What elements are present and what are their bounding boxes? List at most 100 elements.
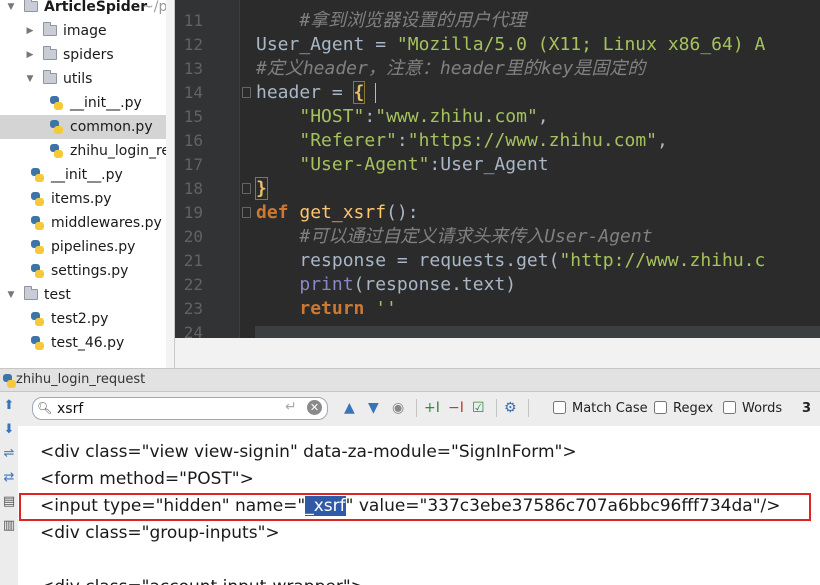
next-occurrence-icon[interactable]: ▼ [368,400,379,416]
code-line[interactable]: header = { [256,81,366,105]
chevron-down-icon[interactable]: ▼ [6,0,16,19]
previous-occurrence-icon[interactable]: ▲ [344,400,355,416]
regex-checkbox[interactable] [654,401,667,414]
tree-item-label: image [63,23,107,39]
code-line[interactable]: "HOST":"www.zhihu.com", [256,105,548,129]
console-text: <div class="group-inputs"> [40,523,280,543]
remove-selection-icon[interactable]: −I [448,400,464,416]
run-panel-toolbar: ⬆ ⬇ ⇌ ⇄ ▤ ▥ [0,392,19,585]
line-number: 13 [183,59,203,78]
find-all-icon[interactable]: ◉ [392,400,404,416]
line-number: 18 [183,179,203,198]
line-number: 20 [183,227,203,246]
filter-settings-icon[interactable]: ⚙ [504,400,517,416]
code-line[interactable]: #定义header，注意：header里的key是固定的 [256,57,645,81]
python-file-icon [31,240,44,254]
code-token: , [657,130,668,151]
fold-marker-icon[interactable] [242,183,251,194]
tree-item[interactable]: test2.py [0,307,174,331]
search-icon[interactable]: 🔍︎ [37,401,52,415]
project-tree[interactable]: ▼ArticleSpider~/python▶image▶spiders▼uti… [0,0,175,368]
match-count: 3 [802,401,812,416]
tree-item[interactable]: ▶ image [0,19,174,43]
console-line[interactable]: <form method="POST"> [40,466,254,492]
clear-search-icon[interactable]: ✕ [307,400,322,415]
code-line[interactable]: return '' [256,297,397,321]
line-number: 11 [183,11,203,30]
tree-item[interactable]: __init__.py [0,163,174,187]
search-input[interactable] [57,400,277,417]
chevron-down-icon[interactable]: ▼ [25,67,35,91]
code-line[interactable]: print(response.text) [256,273,516,297]
tree-item[interactable]: ▼ utils [0,67,174,91]
words-checkbox[interactable] [723,401,736,414]
match-case-option[interactable]: Match Case [553,401,648,416]
tree-item[interactable]: ▼ test [0,283,174,307]
tree-item[interactable]: settings.py [0,259,174,283]
trash-icon[interactable]: ▥ [1,518,17,534]
editor-horizontal-scrollbar[interactable] [255,326,820,338]
add-selection-icon[interactable]: +I [424,400,440,416]
chevron-right-icon[interactable]: ▶ [25,43,35,67]
console-line[interactable]: <div class="account input-wrapper"> [40,574,365,585]
code-token: : [396,130,408,151]
code-line[interactable]: "Referer":"https://www.zhihu.com", [256,129,668,153]
tree-item[interactable]: __init__.py [0,91,174,115]
soft-wrap-icon[interactable]: ⇌ [1,446,17,462]
print-icon[interactable]: ▤ [1,494,17,510]
tree-item[interactable]: items.py [0,187,174,211]
console-line[interactable]: <div class="view view-signin" data-za-mo… [40,439,577,465]
console-line[interactable]: <input type="hidden" name="_xsrf" value=… [40,493,781,519]
tree-item[interactable]: common.py [0,115,174,139]
fold-marker-icon[interactable] [242,87,251,98]
code-line[interactable]: User_Agent = "Mozilla/5.0 (X11; Linux x8… [256,33,765,57]
tree-item[interactable]: pipelines.py [0,235,174,259]
code-line[interactable]: } [255,177,268,201]
pin-icon[interactable]: ⇄ [1,470,17,486]
code-token: response = requests.get( [256,250,560,271]
code-token: "User-Agent" [299,154,430,175]
code-line[interactable]: "User-Agent":User_Agent [256,153,548,177]
fold-marker-icon[interactable] [242,207,251,218]
regex-option[interactable]: Regex [654,401,713,416]
scroll-down-icon[interactable]: ⬇ [1,422,17,438]
code-token: : [364,106,376,127]
tree-item[interactable]: ▼ArticleSpider~/python [0,0,174,19]
tree-item[interactable]: middlewares.py [0,211,174,235]
match-case-checkbox[interactable] [553,401,566,414]
folder-icon [43,70,57,84]
tree-item[interactable]: ▶ spiders [0,43,174,67]
tree-scrollbar[interactable] [166,0,174,368]
select-all-occurrences-icon[interactable]: ☑ [472,400,485,416]
tree-item[interactable]: zhihu_login_requ [0,139,174,163]
line-number: 23 [183,299,203,318]
folder-icon [43,46,57,60]
tree-item-label: __init__.py [70,95,142,111]
code-token: #拿到浏览器设置的用户代理 [256,10,527,31]
line-number: 12 [183,35,203,54]
run-panel-header: zhihu_login_request [0,368,820,392]
console-output[interactable]: <div class="view view-signin" data-za-mo… [18,426,820,585]
code-line[interactable]: #可以通过自定义请求头来传入User-Agent [256,225,653,249]
console-text: <div class="view view-signin" data-za-mo… [40,442,577,462]
code-editor[interactable]: 11 12 13 14 15 16 17 18 19 20 21 22 23 24 #拿到浏览器设置的用户… [175,0,820,338]
tree-item-label: __init__.py [51,167,123,183]
tree-item[interactable]: test_46.py [0,331,174,355]
code-line[interactable]: response = requests.get("http://www.zhih… [256,249,765,273]
console-text: " value="337c3ebe37586c707a6bbc96fff734d… [345,496,781,516]
words-option[interactable]: Words [723,401,782,416]
code-token: #可以通过自定义请求头来传入User-Agent [299,226,653,247]
chevron-right-icon[interactable]: ▶ [25,19,35,43]
folder-icon [24,286,38,300]
chevron-down-icon[interactable]: ▼ [6,283,16,307]
rerun-icon[interactable]: ⬆ [1,398,17,414]
toolbar-divider [496,399,497,417]
python-file-icon [50,144,63,158]
console-line[interactable]: <div class="group-inputs"> [40,520,280,546]
search-field[interactable]: 🔍︎ ↵ ✕ [32,397,328,420]
code-line[interactable]: def get_xsrf(): [256,201,419,225]
code-line[interactable]: #拿到浏览器设置的用户代理 [256,9,526,33]
